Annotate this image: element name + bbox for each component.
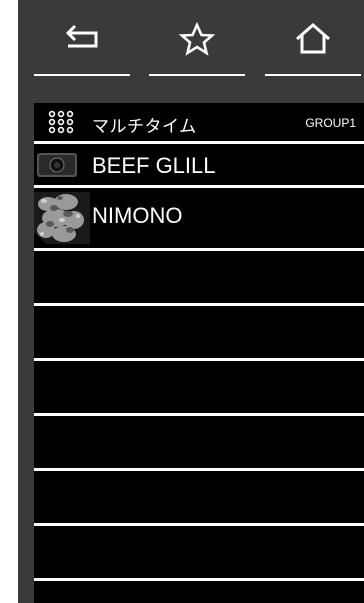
back-button[interactable]	[34, 22, 130, 76]
list-item-empty[interactable]	[34, 581, 364, 603]
list-header[interactable]: マルチタイム GROUP1	[34, 103, 364, 141]
top-toolbar	[18, 0, 364, 86]
food-photo-thumbnail	[34, 192, 90, 244]
item-label: BEEF GLILL	[92, 153, 216, 178]
back-underline	[34, 74, 130, 76]
home-icon	[296, 23, 330, 54]
app-screen: マルチタイム GROUP1 BEEF GLILL NIMONO	[18, 0, 364, 603]
star-icon	[178, 22, 216, 56]
home-button[interactable]	[265, 22, 361, 76]
list-item-empty[interactable]	[34, 361, 364, 413]
list-item-beef-glill[interactable]: BEEF GLILL	[34, 144, 364, 185]
item-label: NIMONO	[92, 203, 183, 228]
list-item-empty[interactable]	[34, 526, 364, 578]
back-arrow-icon	[65, 24, 98, 48]
group-label: GROUP1	[305, 116, 356, 130]
list-item-empty[interactable]	[34, 471, 364, 523]
favorite-button[interactable]	[149, 22, 245, 76]
list-item-empty[interactable]	[34, 251, 364, 303]
list-item-empty[interactable]	[34, 416, 364, 468]
list-item-empty[interactable]	[34, 306, 364, 358]
device-frame: マルチタイム GROUP1 BEEF GLILL NIMONO	[0, 0, 364, 603]
header-title: マルチタイム	[92, 117, 197, 137]
menu-list: マルチタイム GROUP1 BEEF GLILL NIMONO	[34, 103, 364, 603]
list-item-nimono[interactable]: NIMONO	[34, 188, 364, 248]
favorite-underline	[149, 74, 245, 76]
home-underline	[265, 74, 361, 76]
camera-icon	[37, 153, 77, 177]
grid-dots-icon	[48, 110, 74, 134]
